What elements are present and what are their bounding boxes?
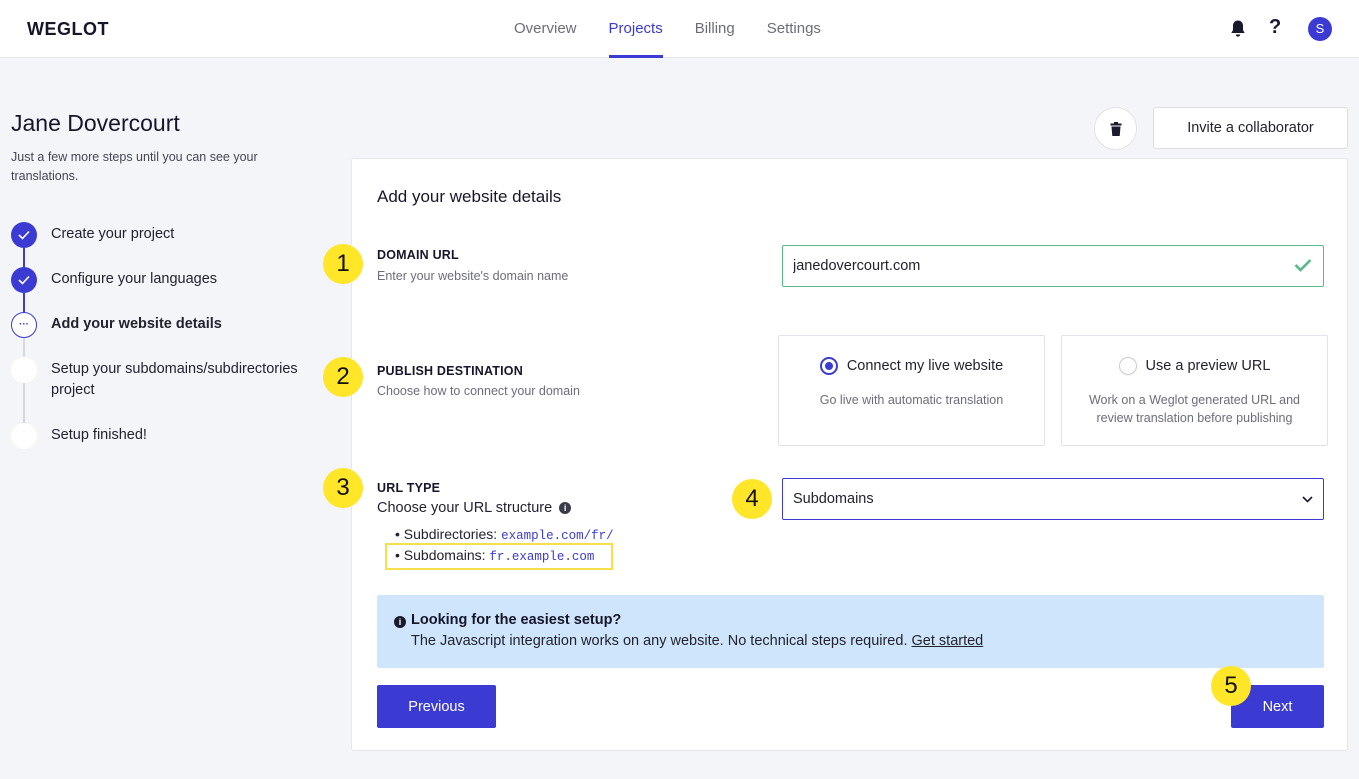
option-title: Connect my live website [846,358,1004,374]
project-title: Jane Dovercourt [11,110,180,136]
step-connector [23,338,25,358]
step-setup-subdomains: Setup your subdomains/subdirectories pro… [11,357,321,401]
banner-body: The Javascript integration works on any … [411,633,908,649]
step-label: Setup finished! [51,427,147,443]
help-icon[interactable]: ? [1269,16,1281,39]
previous-button[interactable]: Previous [377,685,496,728]
step-label: Create your project [51,226,175,242]
banner-title: Looking for the easiest setup? [411,612,622,628]
annotation-badge: 3 [323,468,363,508]
nav-billing[interactable]: Billing [695,0,735,58]
main-nav: Overview Projects Billing Settings [498,0,837,58]
annotation-badge: 1 [323,244,363,284]
step-label: Configure your languages [51,271,218,287]
step-pending-dot [11,357,37,383]
url-type-description-text: Choose your URL structure [377,500,553,516]
url-example-subdirectories: • Subdirectories: example.com/fr/ [395,526,614,543]
step-label: Setup your subdomains/subdirectories pro… [51,361,298,398]
ellipsis-icon: ··· [11,312,37,338]
annotation-highlight-box [385,543,613,570]
url-example-prefix: Subdirectories: [403,526,498,542]
step-connector [23,293,25,313]
delete-project-button[interactable] [1094,107,1137,150]
domain-url-input[interactable] [782,245,1324,287]
url-type-label: URL TYPE [377,481,441,495]
url-type-description: Choose your URL structure i [377,500,572,516]
option-title: Use a preview URL [1145,358,1271,374]
chevron-down-icon [1302,495,1313,503]
invite-collaborator-button[interactable]: Invite a collaborator [1153,107,1348,149]
get-started-link[interactable]: Get started [912,633,984,649]
publish-destination-label: PUBLISH DESTINATION [377,364,523,378]
card-title: Add your website details [377,187,562,206]
step-configure-languages: Configure your languages [11,267,321,293]
project-subtitle: Just a few more steps until you can see … [11,150,258,183]
nav-projects[interactable]: Projects [608,0,663,58]
radio-selected[interactable] [819,357,838,375]
weglot-logo[interactable]: WEGLOT [27,19,109,40]
step-connector [23,248,25,268]
annotation-badge: 4 [732,479,772,519]
nav-overview[interactable]: Overview [514,0,577,58]
check-icon [11,222,37,248]
domain-url-label: DOMAIN URL [377,248,459,262]
step-setup-finished: Setup finished! [11,423,321,449]
url-type-selected-value: Subdomains [793,491,874,507]
user-avatar[interactable]: S [1308,17,1332,41]
js-integration-banner: i Looking for the easiest setup? The Jav… [377,595,1324,668]
step-create-project: Create your project [11,222,321,248]
annotation-badge: 5 [1211,666,1251,706]
check-icon [11,267,37,293]
step-website-details: ··· Add your website details [11,312,321,338]
nav-settings[interactable]: Settings [767,0,821,58]
option-preview-url[interactable]: Use a preview URL Work on a Weglot gener… [1061,335,1328,446]
publish-destination-description: Choose how to connect your domain [377,384,580,398]
option-description: Work on a Weglot generated URL and revie… [1088,393,1300,425]
info-icon: i [394,616,406,628]
trash-icon [1110,121,1121,136]
info-icon[interactable]: i [559,502,572,514]
step-pending-dot [11,423,37,449]
step-label: Add your website details [51,316,222,332]
radio-unselected[interactable] [1118,357,1137,375]
bell-icon[interactable] [1229,19,1247,39]
banner-text: The Javascript integration works on any … [411,633,983,649]
option-connect-live-website[interactable]: Connect my live website Go live with aut… [778,335,1045,446]
website-details-card: Add your website details DOMAIN URL Ente… [351,158,1348,751]
url-type-select[interactable]: Subdomains [782,478,1324,520]
url-example-value: example.com/fr/ [501,529,614,543]
top-navbar: WEGLOT Overview Projects Billing Setting… [0,0,1359,58]
valid-check-icon [1294,259,1312,272]
annotation-badge: 2 [323,357,363,397]
option-description: Go live with automatic translation [819,393,1004,407]
domain-url-description: Enter your website's domain name [377,269,569,283]
